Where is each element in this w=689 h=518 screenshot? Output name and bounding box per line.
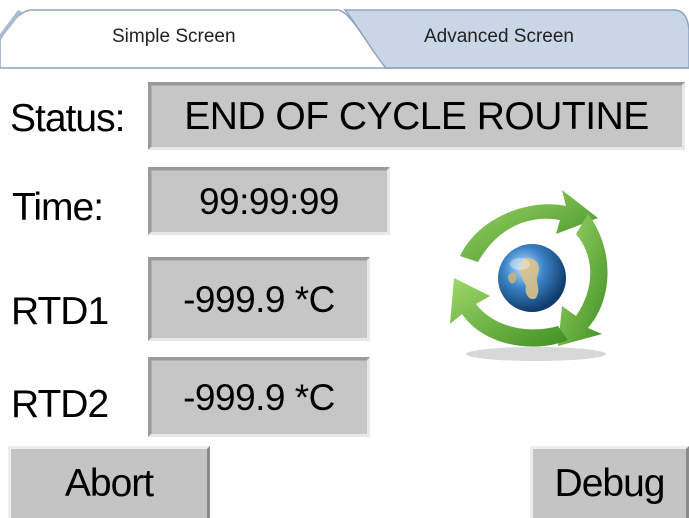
debug-button[interactable]: Debug: [530, 446, 689, 518]
tab-advanced-screen-label: Advanced Screen: [424, 26, 574, 47]
time-label: Time:: [12, 186, 104, 229]
recycle-globe-icon: [438, 178, 624, 364]
rtd1-display: -999.9 *C: [148, 257, 370, 341]
tab-simple-screen-label: Simple Screen: [112, 26, 236, 47]
time-display: 99:99:99: [148, 167, 390, 235]
rtd1-label: RTD1: [11, 290, 109, 333]
status-display: END OF CYCLE ROUTINE: [148, 82, 685, 150]
tab-bar: Simple Screen Advanced Screen: [0, 0, 689, 70]
status-label: Status:: [10, 97, 125, 140]
rtd2-display: -999.9 *C: [148, 357, 370, 437]
rtd2-label: RTD2: [11, 383, 109, 426]
abort-button[interactable]: Abort: [8, 446, 210, 518]
